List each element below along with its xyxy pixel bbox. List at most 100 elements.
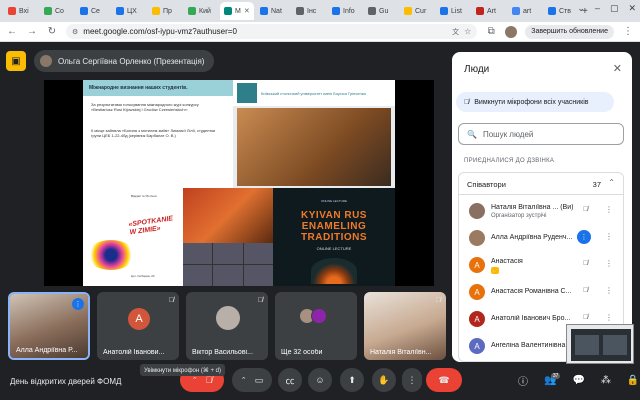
browser-tab[interactable]: ЦХ bbox=[112, 2, 146, 20]
mic-off-icon[interactable]: 🎙̸ bbox=[583, 287, 588, 294]
back-icon[interactable]: ← bbox=[6, 26, 18, 37]
captions-button[interactable]: ㏄ bbox=[278, 368, 302, 392]
menu-icon[interactable]: ⋮ bbox=[622, 26, 634, 37]
bookmark-star-icon[interactable]: ☆ bbox=[464, 27, 471, 36]
browser-tab[interactable]: Art bbox=[472, 2, 506, 20]
group-count: 37 bbox=[592, 180, 601, 189]
profile-icon[interactable] bbox=[505, 25, 518, 38]
present-screen-icon: ⬆ bbox=[348, 374, 356, 385]
browser-tab[interactable]: Gu bbox=[364, 2, 398, 20]
browser-tab[interactable]: art bbox=[508, 2, 542, 20]
camera-icon: ▭ bbox=[254, 374, 264, 385]
poster-title: «SPOTKANIE W ZIMIE» bbox=[128, 215, 174, 237]
participant-row[interactable]: А Анастасія Романівна С... 🎙̸ ⋮ bbox=[459, 278, 623, 306]
camera-button[interactable]: ⌃ ▭ bbox=[232, 368, 272, 392]
browser-tab[interactable]: М ✕ bbox=[220, 2, 254, 20]
participant-tile[interactable]: 🎙̸ Наталія Віталіївн... bbox=[364, 292, 446, 360]
participant-tile[interactable]: 🎙̸ Віктор Васильові... bbox=[186, 292, 268, 360]
more-vert-icon[interactable]: ⋮ bbox=[605, 205, 613, 214]
browser-tab[interactable]: Се bbox=[76, 2, 110, 20]
tab-label: Co bbox=[55, 7, 64, 15]
minimize-icon[interactable]: – bbox=[595, 3, 600, 14]
participants-count-badge: 37 bbox=[550, 372, 561, 379]
site-info-icon[interactable]: ⚙ bbox=[72, 28, 78, 36]
browser-tab[interactable]: List bbox=[436, 2, 470, 20]
tab-label: ЦХ bbox=[127, 7, 137, 15]
mic-off-icon: 🎙̸ bbox=[435, 297, 441, 304]
group-header[interactable]: Співавтори 37 ⌃ bbox=[459, 173, 623, 195]
search-people-input[interactable]: 🔍 Пошук людей bbox=[458, 123, 624, 145]
url-field[interactable]: ⚙ meet.google.com/osf-iypu-vmz?authuser=… bbox=[66, 24, 478, 39]
tab-label: art bbox=[523, 7, 532, 15]
mic-off-icon[interactable]: 🎙̸ bbox=[583, 206, 588, 213]
chevron-up-icon[interactable]: ⌃ bbox=[608, 178, 615, 187]
mic-off-icon[interactable]: 🎙̸ bbox=[583, 260, 588, 267]
present-screen-icon[interactable]: ▣ bbox=[6, 51, 26, 71]
presentation-stage[interactable]: Міжнародне визнання наших студентів. За … bbox=[44, 80, 434, 286]
activities-icon[interactable]: ⁂ bbox=[601, 375, 611, 386]
tab-close-icon[interactable]: ✕ bbox=[244, 7, 250, 15]
forward-icon[interactable]: → bbox=[26, 26, 38, 37]
lock-icon[interactable]: 🔒 bbox=[627, 375, 639, 386]
more-options-button[interactable]: ⋮ bbox=[402, 368, 422, 392]
tab-label: Info bbox=[343, 7, 355, 15]
browser-tab[interactable]: Info bbox=[328, 2, 362, 20]
mic-off-icon[interactable]: 🎙̸ bbox=[583, 314, 588, 321]
mic-off-icon: 🎙̸ bbox=[205, 375, 213, 385]
more-vert-icon[interactable]: ⋮ bbox=[605, 232, 613, 241]
browser-tab[interactable]: Ств bbox=[544, 2, 578, 20]
speaking-indicator-icon: ⋮ bbox=[577, 230, 591, 244]
ornament-illustration bbox=[311, 258, 357, 284]
presenter-pill[interactable]: Ольга Сергіївна Орленко (Презентація) bbox=[34, 50, 215, 72]
chevron-up-icon[interactable]: ⌃ bbox=[241, 376, 247, 384]
poster-small-text-1: Відкриття 15 січня bbox=[131, 194, 157, 198]
participant-row[interactable]: Наталія Віталіївна ... (Ви) Організатор з… bbox=[459, 197, 623, 225]
emoji-button[interactable]: ☺ bbox=[308, 368, 332, 392]
close-window-icon[interactable]: ✕ bbox=[628, 3, 636, 14]
present-button[interactable]: ⬆ bbox=[340, 368, 364, 392]
browser-tab[interactable]: Інс bbox=[292, 2, 326, 20]
people-icon[interactable]: 👥 37 bbox=[544, 372, 561, 386]
slide-text-2: ІІ місце зайняла «Богиня з мотилем зміїв… bbox=[91, 128, 216, 138]
university-name: Київський столичний університет імені Бо… bbox=[261, 90, 366, 96]
joined-section-label: ПРИЄДНАЛИСЯ ДО ДЗВІНКА bbox=[464, 158, 555, 164]
browser-tab[interactable]: Кий bbox=[184, 2, 218, 20]
browser-tab[interactable]: Вхі bbox=[4, 2, 38, 20]
more-vert-icon[interactable]: ⋮ bbox=[605, 286, 613, 295]
close-icon[interactable]: ✕ bbox=[613, 62, 622, 75]
participant-row[interactable]: Алла Андріївна Руденч... ⋮ ⋮ bbox=[459, 224, 623, 252]
favicon-icon bbox=[188, 7, 196, 15]
browser-tab[interactable]: Пр bbox=[148, 2, 182, 20]
info-icon[interactable]: ⓘ bbox=[518, 373, 528, 388]
raise-hand-button[interactable]: ✋ bbox=[372, 368, 396, 392]
translate-icon[interactable]: 文 bbox=[452, 27, 459, 37]
more-vert-icon: ⋮ bbox=[407, 374, 417, 385]
browser-tab[interactable]: Co bbox=[40, 2, 74, 20]
more-vert-icon[interactable]: ⋮ bbox=[605, 313, 613, 322]
update-button[interactable]: Завершить обновление bbox=[525, 24, 614, 39]
participant-name: Анастасія bbox=[491, 258, 523, 265]
participant-name: Анатолій Іванови... bbox=[103, 349, 165, 356]
participant-tile[interactable]: ⋮ Алла Андріївна Р... bbox=[8, 292, 90, 360]
more-vert-icon[interactable]: ⋮ bbox=[605, 259, 613, 268]
mic-off-icon: 🎙̸ bbox=[464, 98, 470, 106]
participant-name: Наталія Віталіївна ... (Ви) bbox=[491, 204, 574, 211]
leave-call-button[interactable]: ☎ bbox=[426, 368, 462, 392]
reload-icon[interactable]: ↻ bbox=[46, 26, 58, 37]
mic-off-icon: 🎙̸ bbox=[168, 297, 174, 304]
extensions-icon[interactable]: ⧉ bbox=[485, 26, 497, 37]
chevron-up-icon[interactable]: ⌃ bbox=[192, 376, 198, 384]
self-view-preview[interactable] bbox=[566, 324, 634, 364]
chat-icon[interactable]: 💬 bbox=[572, 375, 584, 386]
browser-tab[interactable]: Cur bbox=[400, 2, 434, 20]
maximize-icon[interactable]: ▢ bbox=[610, 3, 619, 14]
browser-tab[interactable]: Nat bbox=[256, 2, 290, 20]
browser-tab-strip: Вхі Co Се ЦХ Пр Кий М ✕ Nat Інс Info Gu Cur List Art ar… bbox=[0, 0, 640, 22]
more-participants-tile[interactable]: Ще 32 особи bbox=[275, 292, 357, 360]
url-text: meet.google.com/osf-iypu-vmz?authuser=0 bbox=[83, 27, 237, 36]
participant-tile[interactable]: 🎙̸ А Анатолій Іванови... bbox=[97, 292, 179, 360]
mute-all-button[interactable]: 🎙̸ Вимкнути мікрофони всіх учасників bbox=[456, 92, 614, 112]
participant-row[interactable]: А Анастасія ✋ 🎙̸ ⋮ bbox=[459, 251, 623, 279]
chevron-down-icon[interactable]: ⌄ bbox=[577, 3, 585, 14]
favicon-icon bbox=[8, 7, 16, 15]
